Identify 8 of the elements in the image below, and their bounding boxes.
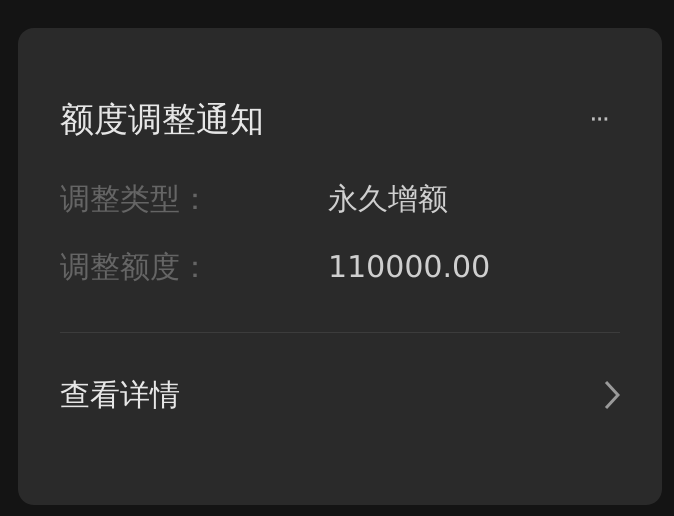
- field-value: 110000.00: [328, 250, 490, 284]
- field-label: 调整额度：: [60, 248, 211, 286]
- details-link[interactable]: 查看详情: [60, 369, 620, 421]
- field-label: 调整类型：: [60, 180, 211, 218]
- field-value: 永久增额: [328, 180, 448, 218]
- more-menu[interactable]: ···: [589, 105, 608, 135]
- card-title: 额度调整通知: [60, 99, 264, 142]
- chevron-icon: [604, 380, 620, 410]
